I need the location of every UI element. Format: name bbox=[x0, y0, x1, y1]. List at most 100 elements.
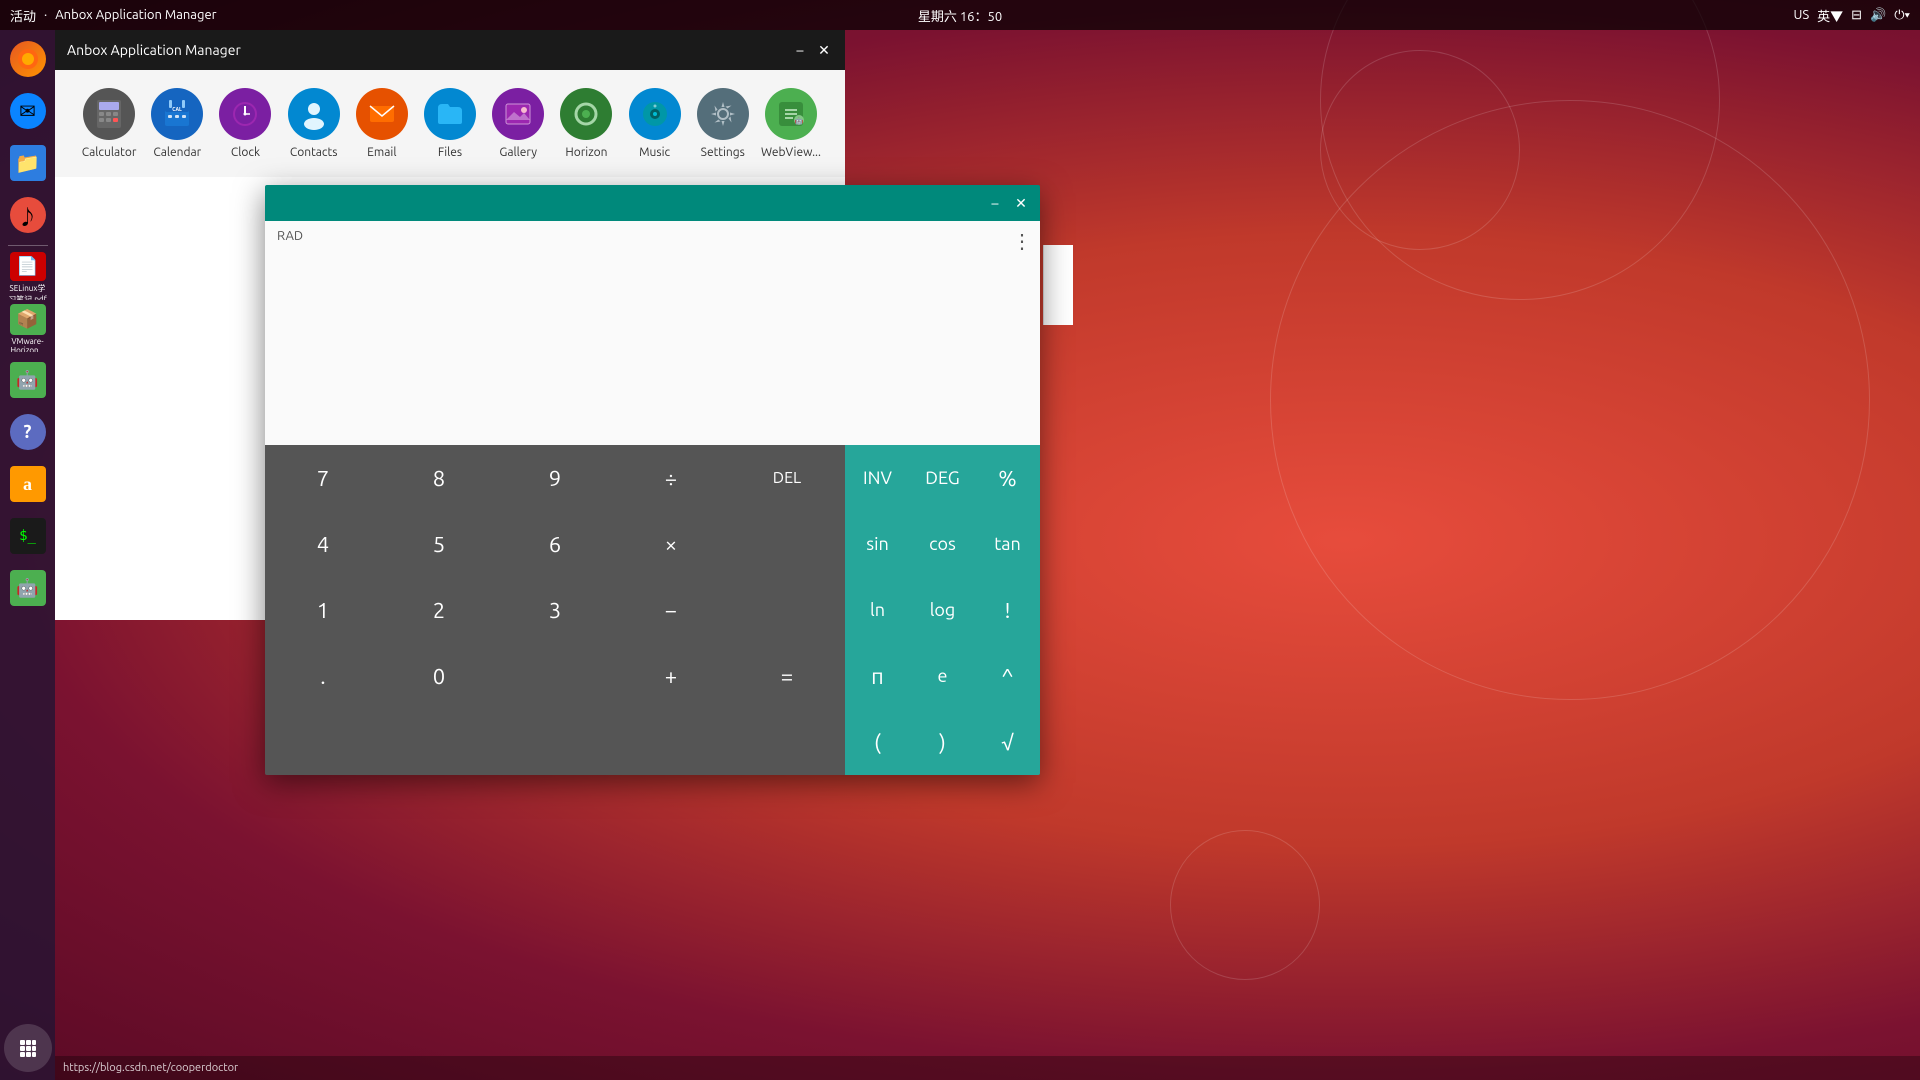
contacts-app-label: Contacts bbox=[290, 146, 338, 159]
activity-label[interactable]: 活动 bbox=[10, 6, 36, 25]
anbox-window-title: Anbox Application Manager bbox=[67, 42, 241, 58]
anbox-titlebar: Anbox Application Manager – ✕ bbox=[55, 30, 845, 70]
lang-label[interactable]: 英▼ bbox=[1817, 6, 1843, 25]
volume-icon[interactable]: 🔊 bbox=[1870, 8, 1886, 23]
topbar-right: US 英▼ ⊟ 🔊 ⏻▾ bbox=[1793, 6, 1910, 25]
svg-text:🤖: 🤖 bbox=[795, 116, 804, 125]
key-1[interactable]: 1 bbox=[265, 577, 381, 643]
files-app-icon bbox=[424, 88, 476, 140]
dock: ✉ 📁 ♪ 📄 SELinux学习笔记.pdf 📦 VMware-Horizon… bbox=[0, 30, 55, 1080]
rhythmbox-icon: ♪ bbox=[10, 197, 46, 233]
terminal-icon: $_ bbox=[10, 518, 46, 554]
music-app-label: Music bbox=[639, 146, 670, 159]
key-3[interactable]: 3 bbox=[497, 577, 613, 643]
webview-app-label: WebView... bbox=[761, 146, 821, 159]
calc-menu-button[interactable]: ⋮ bbox=[1012, 229, 1032, 253]
dock-amazon[interactable]: a bbox=[4, 460, 52, 508]
key-log[interactable]: log bbox=[910, 577, 975, 643]
dock-vmware[interactable]: 📦 VMware-Horizon... bbox=[4, 304, 52, 352]
app-horizon[interactable]: Horizon bbox=[552, 80, 620, 167]
dock-terminal[interactable]: $_ bbox=[4, 512, 52, 560]
key-inv[interactable]: INV bbox=[845, 445, 910, 511]
key-empty-2 bbox=[729, 577, 845, 643]
app-contacts[interactable]: Contacts bbox=[280, 80, 348, 167]
key-5[interactable]: 5 bbox=[381, 511, 497, 577]
key-2[interactable]: 2 bbox=[381, 577, 497, 643]
clock-app-icon bbox=[219, 88, 271, 140]
dock-files[interactable]: 📁 bbox=[4, 139, 52, 187]
key-4[interactable]: 4 bbox=[265, 511, 381, 577]
key-divide[interactable]: ÷ bbox=[613, 445, 729, 511]
dock-firefox[interactable] bbox=[4, 35, 52, 83]
url-text: https://blog.csdn.net/cooperdoctor bbox=[63, 1062, 238, 1074]
topbar-dot: · bbox=[44, 8, 47, 22]
dock-thunderbird[interactable]: ✉ bbox=[4, 87, 52, 135]
anbox-close-button[interactable]: ✕ bbox=[815, 41, 833, 59]
key-open-paren[interactable]: ( bbox=[845, 709, 910, 775]
key-e[interactable]: e bbox=[910, 643, 975, 709]
calc-display: RAD ⋮ bbox=[265, 221, 1040, 445]
app-music[interactable]: Music bbox=[621, 80, 689, 167]
calc-close-button[interactable]: ✕ bbox=[1010, 192, 1032, 214]
network-icon[interactable]: ⊟ bbox=[1851, 8, 1862, 23]
vmware-icon: 📦 bbox=[10, 304, 46, 335]
key-ln[interactable]: ln bbox=[845, 577, 910, 643]
key-cos[interactable]: cos bbox=[910, 511, 975, 577]
app-files[interactable]: Files bbox=[416, 80, 484, 167]
calc-numpad: 7 8 9 ÷ DEL 4 5 6 × 1 2 3 − . 0 + = bbox=[265, 445, 845, 775]
calc-scipad: INV DEG % sin cos tan ln log ! π e ^ ( )… bbox=[845, 445, 1040, 775]
key-plus[interactable]: + bbox=[613, 643, 729, 709]
horizon-app-icon bbox=[560, 88, 612, 140]
dock-anbox[interactable]: 🤖 bbox=[4, 356, 52, 404]
key-dot[interactable]: . bbox=[265, 643, 381, 709]
calc-mode-label: RAD bbox=[277, 229, 1028, 243]
key-tan[interactable]: tan bbox=[975, 511, 1040, 577]
app-webview[interactable]: 🤖 WebView... bbox=[757, 80, 825, 167]
files-icon: 📁 bbox=[10, 145, 46, 181]
settings-app-icon bbox=[697, 88, 749, 140]
dock-help[interactable]: ? bbox=[4, 408, 52, 456]
topbar-left: 活动 · Anbox Application Manager bbox=[10, 6, 217, 25]
amazon-icon: a bbox=[10, 466, 46, 502]
topbar-center: 星期六 16：50 bbox=[918, 6, 1002, 25]
power-icon[interactable]: ⏻▾ bbox=[1894, 8, 1910, 23]
key-power[interactable]: ^ bbox=[975, 643, 1040, 709]
anbox-minimize-button[interactable]: – bbox=[791, 41, 809, 59]
email-app-label: Email bbox=[367, 146, 396, 159]
key-pi[interactable]: π bbox=[845, 643, 910, 709]
anbox-apps-bar: Calculator CAL Calendar bbox=[55, 70, 845, 177]
dock-seebooks[interactable]: 📄 SELinux学习笔记.pdf bbox=[4, 252, 52, 300]
key-sin[interactable]: sin bbox=[845, 511, 910, 577]
app-calendar[interactable]: CAL Calendar bbox=[143, 80, 211, 167]
app-settings[interactable]: Settings bbox=[689, 80, 757, 167]
key-percent[interactable]: % bbox=[975, 445, 1040, 511]
firefox-icon bbox=[10, 41, 46, 77]
region-label[interactable]: US bbox=[1793, 8, 1809, 22]
key-multiply[interactable]: × bbox=[613, 511, 729, 577]
show-apps-button[interactable] bbox=[4, 1024, 52, 1072]
app-name-topbar: Anbox Application Manager bbox=[55, 8, 216, 22]
key-del[interactable]: DEL bbox=[729, 445, 845, 511]
calc-expression bbox=[277, 433, 1028, 441]
anbox-win-controls: – ✕ bbox=[791, 41, 833, 59]
dock-anbox2[interactable]: 🤖 bbox=[4, 564, 52, 612]
key-empty-3 bbox=[497, 643, 613, 709]
key-deg[interactable]: DEG bbox=[910, 445, 975, 511]
key-9[interactable]: 9 bbox=[497, 445, 613, 511]
app-email[interactable]: Email bbox=[348, 80, 416, 167]
key-minus[interactable]: − bbox=[613, 577, 729, 643]
key-7[interactable]: 7 bbox=[265, 445, 381, 511]
key-close-paren[interactable]: ) bbox=[910, 709, 975, 775]
key-8[interactable]: 8 bbox=[381, 445, 497, 511]
app-calculator[interactable]: Calculator bbox=[75, 80, 143, 167]
calendar-app-icon: CAL bbox=[151, 88, 203, 140]
key-factorial[interactable]: ! bbox=[975, 577, 1040, 643]
key-sqrt[interactable]: √ bbox=[975, 709, 1040, 775]
dock-rhythmbox[interactable]: ♪ bbox=[4, 191, 52, 239]
app-clock[interactable]: Clock bbox=[211, 80, 279, 167]
key-equals[interactable]: = bbox=[729, 643, 845, 709]
calc-minimize-button[interactable]: – bbox=[984, 192, 1006, 214]
app-gallery[interactable]: Gallery bbox=[484, 80, 552, 167]
key-6[interactable]: 6 bbox=[497, 511, 613, 577]
key-0[interactable]: 0 bbox=[381, 643, 497, 709]
